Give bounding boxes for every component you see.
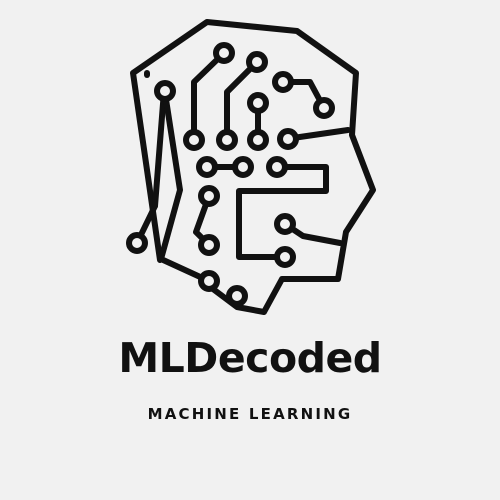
node-20 xyxy=(226,285,248,307)
trace-7 xyxy=(236,164,329,260)
node-2 xyxy=(246,51,268,73)
node-11 xyxy=(196,156,218,178)
neck-trace-2 xyxy=(152,88,167,209)
node-14 xyxy=(198,185,220,207)
brand-name: MLDecoded xyxy=(118,334,382,382)
node-3 xyxy=(272,71,294,93)
node-15 xyxy=(274,213,296,235)
node-19 xyxy=(198,270,220,292)
node-8 xyxy=(216,129,238,151)
tagline: MACHINE LEARNING xyxy=(147,405,353,423)
node-4 xyxy=(313,97,335,119)
node-17 xyxy=(198,234,220,256)
node-7 xyxy=(183,129,205,151)
node-18 xyxy=(274,246,296,268)
node-1 xyxy=(213,42,235,64)
node-9 xyxy=(247,129,269,151)
node-5 xyxy=(154,80,176,102)
node-6 xyxy=(247,92,269,114)
node-12 xyxy=(232,156,254,178)
trace-1 xyxy=(191,50,227,143)
node-10 xyxy=(277,128,299,150)
node-13 xyxy=(266,156,288,178)
node-16 xyxy=(126,232,148,254)
